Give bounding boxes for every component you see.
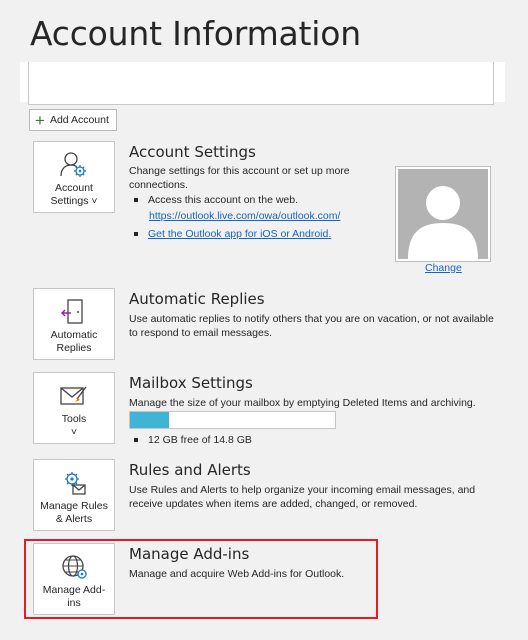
account-selector[interactable] [28,62,494,105]
automatic-replies-title: Automatic Replies [129,290,265,308]
manage-rules-alerts-label: Manage Rules & Alerts [40,500,108,525]
page-title: Account Information [30,14,361,53]
automatic-replies-button[interactable]: Automatic Replies [33,288,115,360]
mailbox-settings-title: Mailbox Settings [129,374,253,392]
manage-rules-alerts-button[interactable]: Manage Rules & Alerts [33,459,115,531]
rules-alerts-title: Rules and Alerts [129,461,251,479]
change-photo-link[interactable]: Change [425,262,462,274]
tools-button[interactable]: Tools ˅ [33,372,115,444]
add-account-label: Add Account [49,114,109,126]
mailbox-settings-description: Manage the size of your mailbox by empty… [129,397,476,409]
mailbox-usage-bar [129,411,336,429]
bullet-outlook-app: Get the Outlook app for iOS or Android. [129,228,331,240]
plus-icon: + [35,110,45,130]
mailbox-usage-text: 12 GB free of 14.8 GB [129,434,252,446]
automatic-replies-description: Use automatic replies to notify others t… [129,313,494,339]
account-settings-button[interactable]: Account Settings ˅ [33,141,115,213]
profile-picture [395,166,491,262]
automatic-replies-label: Automatic Replies [50,329,98,354]
mailbox-usage-fill [130,412,169,428]
account-settings-label: Account Settings ˅ [50,182,98,207]
outlook-app-link[interactable]: Get the Outlook app for iOS or Android. [148,228,331,240]
rules-alerts-icon [59,468,89,498]
tools-label: Tools ˅ [61,413,87,438]
account-settings-title: Account Settings [129,143,256,161]
owa-link[interactable]: https://outlook.live.com/owa/outlook.com… [149,210,340,222]
bullet-access-web: Access this account on the web. [129,194,298,206]
avatar-placeholder-icon [398,169,488,259]
add-account-button[interactable]: + Add Account [29,109,117,131]
rules-alerts-description: Use Rules and Alerts to help organize yo… [129,484,476,510]
automatic-replies-icon [59,297,89,327]
account-settings-description: Change settings for this account or set … [129,165,350,191]
highlight-box [24,539,378,619]
mailbox-tools-icon [59,381,89,411]
account-settings-icon [59,150,89,180]
